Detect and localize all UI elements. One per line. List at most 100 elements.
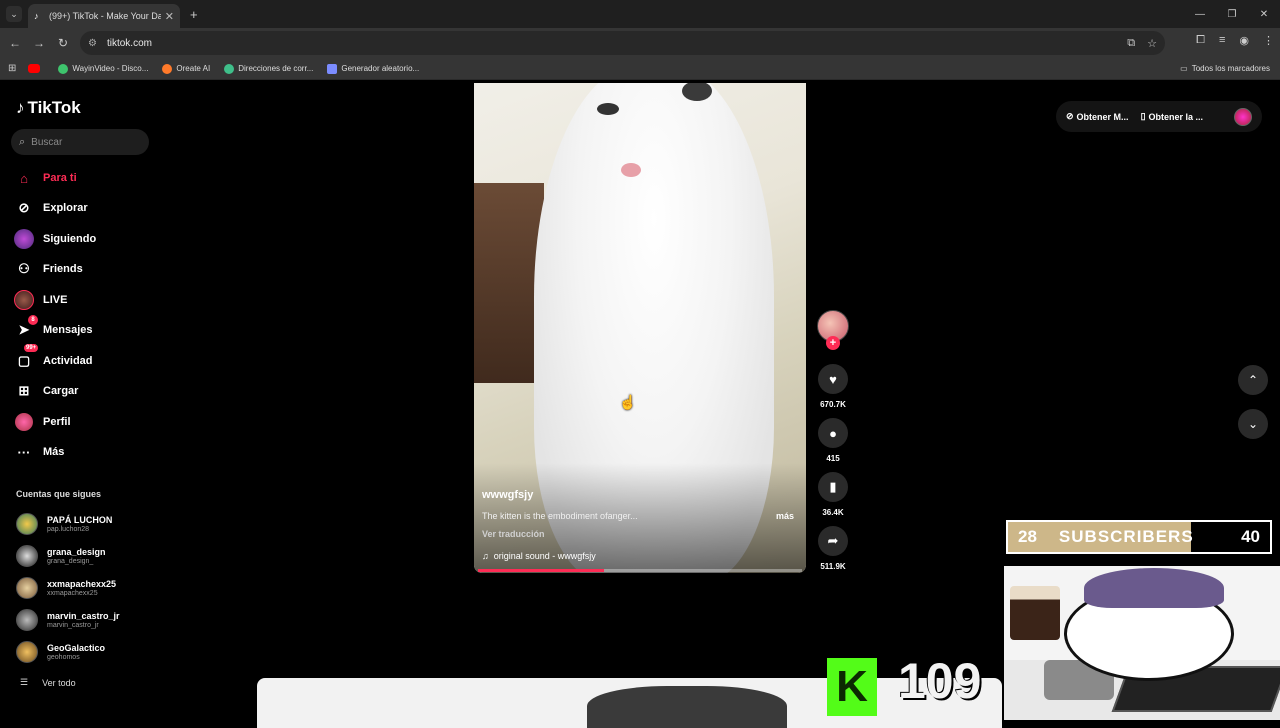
nav-mensajes[interactable]: ➤ 8 Mensajes: [14, 315, 93, 341]
coin-icon: ⊘: [1066, 111, 1074, 121]
nav-para-ti[interactable]: ⌂ Para ti: [14, 167, 77, 189]
nav-friends[interactable]: ⚇ Friends: [14, 258, 83, 280]
avatar: [16, 609, 38, 631]
oreate-icon: [162, 63, 173, 74]
browser-tab[interactable]: ♪ (99+) TikTok - Make Your Da ✕: [28, 4, 180, 28]
profile-icon[interactable]: ◉: [1239, 34, 1249, 47]
mascot-hat: [1084, 568, 1224, 608]
next-video-button[interactable]: ⌄: [1238, 409, 1268, 439]
save-button[interactable]: ▮ 36.4K: [818, 472, 848, 517]
nav-actividad[interactable]: ▢ 99+ Actividad: [14, 344, 93, 372]
following-item[interactable]: PAPÁ LUCHON pap.luchon28: [16, 511, 112, 537]
kick-viewer-count: 109: [898, 653, 982, 709]
save-count: 36.4K: [822, 508, 844, 517]
close-tab-icon[interactable]: ✕: [165, 10, 174, 23]
coffee-mug: [1010, 586, 1060, 640]
avatar: [16, 513, 38, 535]
chevron-up-icon: ⌃: [1247, 373, 1259, 387]
bookmark-wayinvideo[interactable]: WayinVideo - Disco...: [58, 63, 148, 74]
extensions-icon[interactable]: ⧠: [1196, 34, 1205, 47]
install-app-icon[interactable]: ⧉: [1127, 37, 1135, 50]
tab-list-chevron-icon[interactable]: ⌄: [6, 6, 22, 22]
bookmark-youtube[interactable]: [28, 64, 44, 73]
comment-count: 415: [826, 454, 840, 463]
progress-fill: [478, 569, 605, 572]
nav-mas[interactable]: ··· Más: [14, 441, 65, 463]
following-item[interactable]: GeoGalactico geohomos: [16, 639, 105, 665]
following-avatar-icon: [14, 229, 34, 249]
tiktok-logo[interactable]: ♪ TikTok: [16, 98, 81, 118]
bookmark-generador[interactable]: Generador aleatorio...: [327, 63, 419, 74]
more-button[interactable]: más: [776, 511, 794, 521]
previous-video-button[interactable]: ⌃: [1238, 365, 1268, 395]
search-input[interactable]: ⌕ Buscar: [11, 129, 149, 155]
forward-icon[interactable]: →: [27, 36, 51, 50]
generador-icon: [327, 63, 338, 74]
search-icon: ⌕: [19, 135, 26, 148]
list-icon: ☰: [20, 677, 29, 687]
video-username[interactable]: wwwgfsjy: [482, 489, 533, 501]
nav-siguiendo[interactable]: Siguiendo: [14, 228, 96, 250]
share-icon: ➦: [818, 526, 848, 556]
address-bar[interactable]: ⚙ tiktok.com ⧉ ☆: [80, 31, 1165, 55]
music-note-icon: ♫: [482, 551, 489, 561]
activity-badge: 99+: [24, 344, 39, 352]
following-item[interactable]: xxmapachexx25 xxmapachexx25: [16, 575, 116, 601]
all-bookmarks[interactable]: ▭ Todos los marcadores: [1180, 64, 1270, 73]
site-info-icon[interactable]: ⚙: [88, 38, 97, 49]
nav-explorar[interactable]: ⊘ Explorar: [14, 197, 88, 219]
upload-icon: ⊞: [18, 383, 30, 398]
nav-live[interactable]: LIVE: [14, 289, 67, 311]
compass-icon: ⊘: [18, 200, 30, 215]
folder-icon: ▭: [1180, 64, 1188, 73]
friends-icon: ⚇: [18, 261, 30, 276]
reload-icon[interactable]: ↻: [51, 36, 75, 50]
new-tab-icon[interactable]: +: [190, 7, 198, 22]
bookmark-star-icon[interactable]: ☆: [1147, 37, 1157, 50]
back-icon[interactable]: ←: [3, 36, 27, 50]
sub-label: SUBSCRIBERS: [1058, 527, 1194, 546]
follow-plus-icon[interactable]: +: [826, 336, 840, 350]
sub-current: 28: [1018, 527, 1037, 546]
more-icon: ···: [17, 444, 31, 460]
profile-avatar-icon: [14, 412, 34, 432]
bookmarks-bar: ⊞ WayinVideo - Disco... Oreate AI Direcc…: [0, 58, 1280, 80]
home-icon: ⌂: [20, 170, 28, 186]
restore-icon[interactable]: ❐: [1216, 0, 1248, 28]
tiktok-favicon-icon: ♪: [34, 11, 39, 21]
media-icon[interactable]: ≡: [1219, 34, 1225, 47]
sound-link[interactable]: ♫ original sound - wwwgfsjy: [482, 551, 596, 561]
following-item[interactable]: grana_design grana_design_: [16, 543, 106, 569]
activity-icon: ▢ 99+: [17, 344, 39, 368]
like-button[interactable]: ♥ 670.7K: [818, 364, 848, 409]
see-all-following[interactable]: ☰ Ver todo: [20, 677, 76, 688]
user-avatar[interactable]: [1234, 108, 1252, 126]
video-player[interactable]: wwwgfsjy The kitten is the embodiment of…: [474, 83, 806, 573]
phone-icon: ▯: [1140, 111, 1146, 121]
apps-grid-icon[interactable]: ⊞: [8, 63, 16, 74]
bookmark-oreate[interactable]: Oreate AI: [162, 63, 210, 74]
youtube-icon: [28, 64, 41, 73]
browser-tab-bar: ⌄ ♪ (99+) TikTok - Make Your Da ✕ + — ❐ …: [0, 0, 1280, 28]
nav-cargar[interactable]: ⊞ Cargar: [14, 380, 79, 402]
avatar: [16, 641, 38, 663]
following-item[interactable]: marvin_castro_jr marvin_castro_jr: [16, 607, 120, 633]
kick-logo: K: [827, 658, 877, 716]
bookmark-direcciones[interactable]: Direcciones de corr...: [224, 63, 313, 74]
get-coins-button[interactable]: ⊘ Obtener M...: [1066, 111, 1129, 122]
chevron-down-icon: ⌄: [1247, 417, 1259, 431]
sub-goal: 40: [1241, 527, 1260, 546]
comment-button[interactable]: ● 415: [818, 418, 848, 463]
minimize-icon[interactable]: —: [1184, 0, 1216, 28]
subscriber-goal-bar: 28 SUBSCRIBERS 40: [1006, 520, 1272, 554]
close-window-icon[interactable]: ✕: [1248, 0, 1280, 28]
share-button[interactable]: ➦ 511.9K: [818, 526, 848, 571]
tiktok-note-icon: ♪: [16, 98, 25, 117]
top-right-actions: ⊘ Obtener M... ▯ Obtener la ...: [1056, 101, 1262, 132]
video-progress-bar[interactable]: [478, 569, 802, 572]
nav-perfil[interactable]: Perfil: [14, 411, 71, 433]
get-app-button[interactable]: ▯ Obtener la ...: [1141, 111, 1203, 122]
url-text: tiktok.com: [106, 37, 152, 49]
translate-link[interactable]: Ver traducción: [482, 529, 545, 539]
menu-kebab-icon[interactable]: ⋮: [1263, 34, 1274, 47]
